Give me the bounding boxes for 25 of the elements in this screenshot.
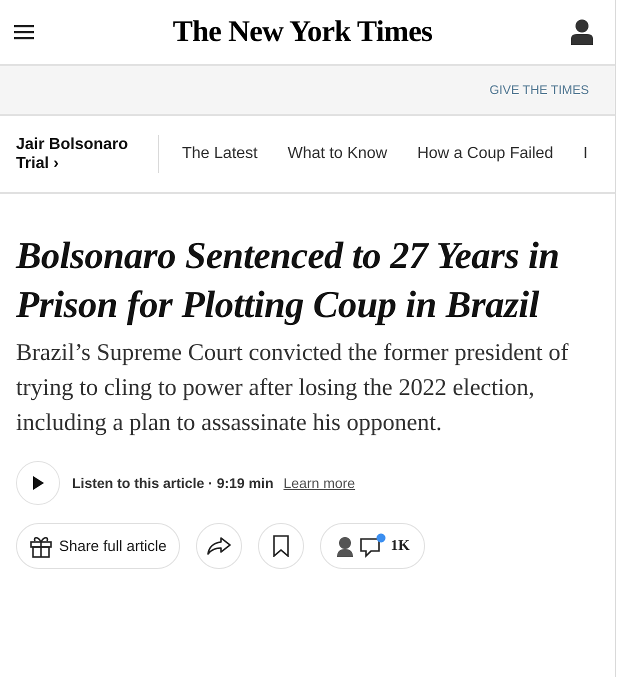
comments-button[interactable]: 1K <box>320 523 425 569</box>
bookmark-button[interactable] <box>258 523 304 569</box>
logo[interactable]: The New York Times <box>172 15 432 49</box>
nav-link[interactable]: I <box>583 145 588 163</box>
topic-link[interactable]: Jair Bolsonaro Trial › <box>0 135 159 173</box>
comment-count: 1K <box>390 538 410 554</box>
share-arrow-button[interactable] <box>196 523 242 569</box>
audio-label: Listen to this article · 9:19 min <box>72 475 274 491</box>
menu-icon[interactable] <box>14 24 34 40</box>
give-link[interactable]: GIVE THE TIMES <box>489 83 589 97</box>
share-button[interactable]: Share full article <box>16 523 180 569</box>
learn-more-link[interactable]: Learn more <box>284 475 356 491</box>
gift-icon <box>29 534 53 558</box>
headline: Bolsonaro Sentenced to 27 Years in Prison for Plotting Coup in Brazil <box>16 234 560 328</box>
avatar-icon <box>334 535 355 557</box>
nav-link[interactable]: How a Coup Failed <box>417 145 554 163</box>
share-icon <box>206 536 231 556</box>
play-button[interactable] <box>16 461 60 505</box>
comment-icon <box>358 533 387 559</box>
nav-link[interactable]: What to Know <box>288 145 388 163</box>
nav-link[interactable]: The Latest <box>182 145 258 163</box>
account-icon[interactable] <box>571 19 593 45</box>
summary: Brazil’s Supreme Court convicted the former president of trying to cling to power after losing the 2022 election, including a plan to assassinate his opponent. <box>16 339 570 438</box>
bookmark-icon <box>272 535 289 557</box>
play-icon <box>32 476 44 490</box>
